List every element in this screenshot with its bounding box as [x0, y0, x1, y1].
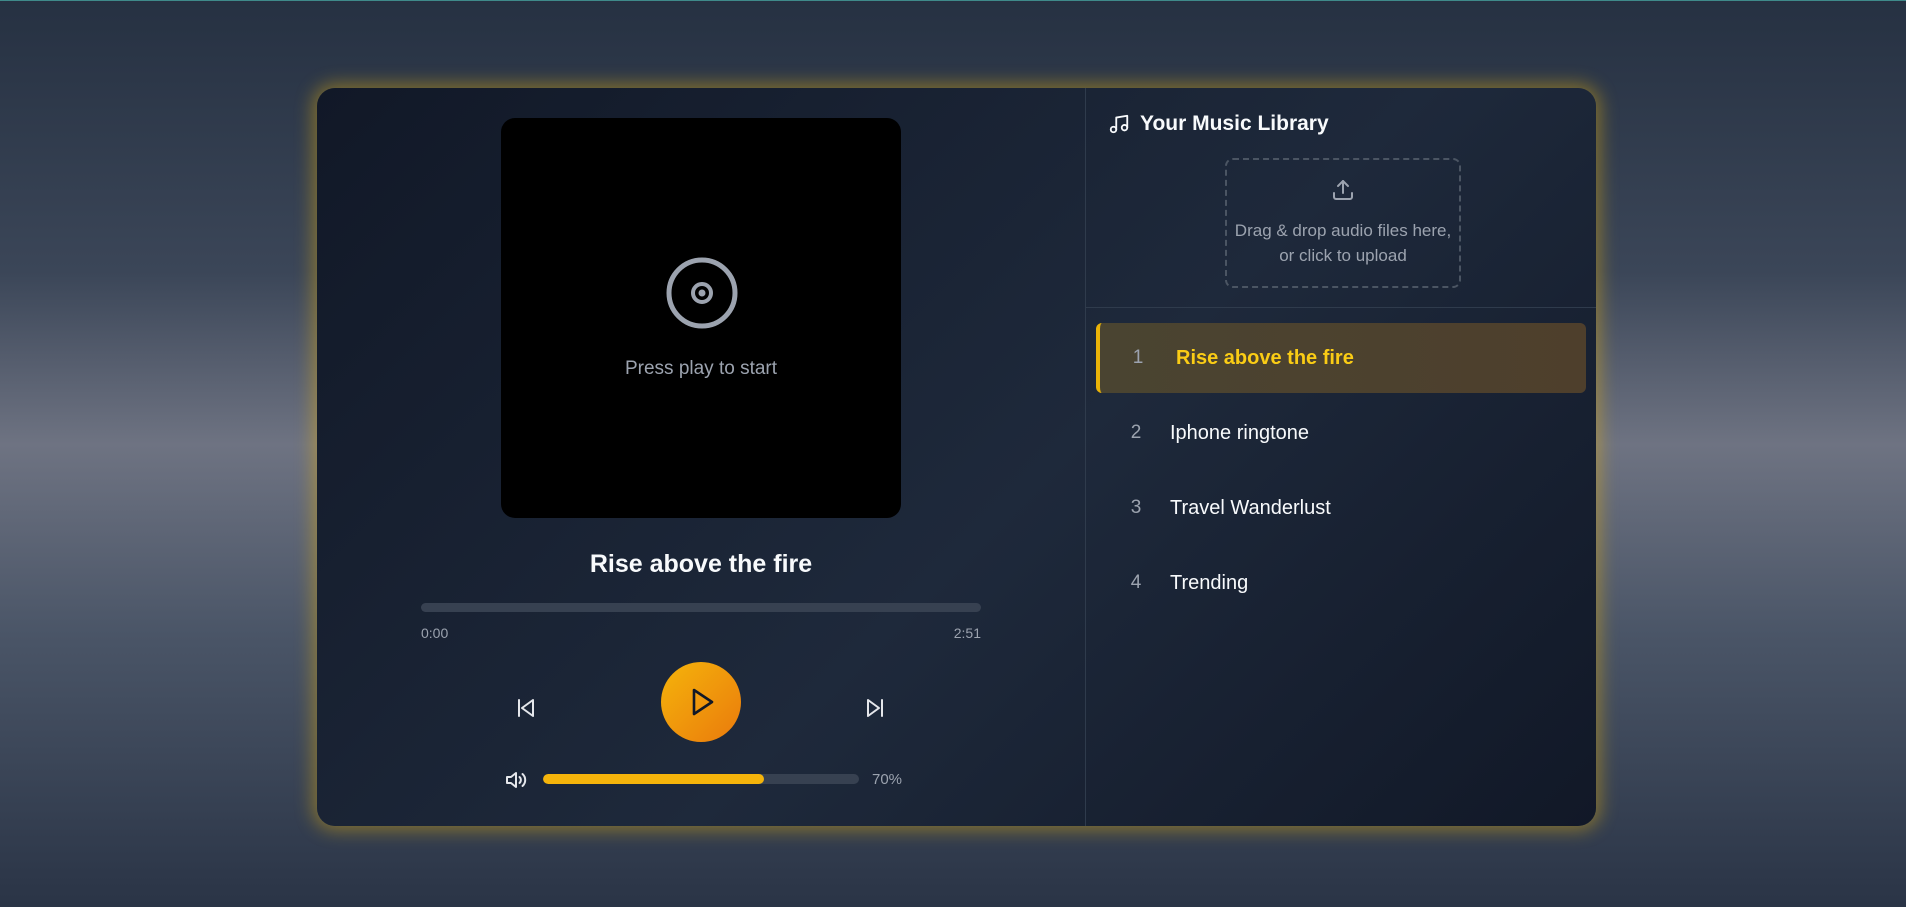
current-time: 0:00	[421, 625, 449, 641]
track-name: Iphone ringtone	[1170, 421, 1310, 444]
total-time: 2:51	[953, 625, 981, 641]
disc-icon	[666, 257, 738, 329]
upload-instructions: Drag & drop audio files here, or click t…	[1234, 221, 1452, 265]
track-list: 1 Rise above the fire 2 Iphone ringtone 3 Tra…	[1096, 323, 1586, 623]
library-header: Your Music Library	[1108, 112, 1329, 136]
album-artwork: Press play to start	[501, 118, 901, 518]
next-button[interactable]	[855, 688, 895, 728]
upload-icon	[1333, 180, 1353, 200]
track-number: 1	[1132, 347, 1144, 368]
volume-slider-fill	[543, 774, 765, 784]
track-number: 2	[1130, 422, 1142, 443]
skip-forward-icon	[867, 699, 883, 717]
player-panel: Press play to start Rise above the fire …	[317, 88, 1086, 826]
upload-dropzone[interactable]: Drag & drop audio files here, or click t…	[1225, 158, 1461, 288]
track-item[interactable]: 2 Iphone ringtone	[1096, 398, 1586, 468]
track-name: Trending	[1170, 571, 1249, 594]
previous-button[interactable]	[506, 688, 546, 728]
now-playing-title: Rise above the fire	[589, 550, 813, 578]
seek-bar[interactable]	[421, 603, 981, 612]
volume-percent: 70%	[872, 771, 903, 788]
track-number: 3	[1130, 497, 1142, 518]
play-button[interactable]	[661, 662, 741, 742]
track-item[interactable]: 3 Travel Wanderlust	[1096, 473, 1586, 543]
skip-back-icon	[518, 699, 534, 717]
track-name: Rise above the fire	[1176, 346, 1354, 369]
music-player-card: Press play to start Rise above the fire …	[317, 88, 1596, 826]
track-number: 4	[1130, 572, 1142, 593]
library-divider	[1086, 307, 1596, 308]
library-title: Your Music Library	[1140, 112, 1329, 135]
library-panel: Your Music Library Drag & drop audio fil…	[1086, 88, 1596, 826]
play-icon	[692, 688, 714, 716]
music-note-icon	[1109, 114, 1129, 134]
track-item[interactable]: 4 Trending	[1096, 548, 1586, 618]
track-item[interactable]: 1 Rise above the fire	[1096, 323, 1586, 393]
window-top-border	[0, 0, 1906, 1]
volume-icon[interactable]	[504, 768, 528, 792]
press-play-hint: Press play to start	[624, 358, 778, 379]
track-name: Travel Wanderlust	[1170, 496, 1331, 519]
volume-slider[interactable]	[543, 774, 859, 784]
